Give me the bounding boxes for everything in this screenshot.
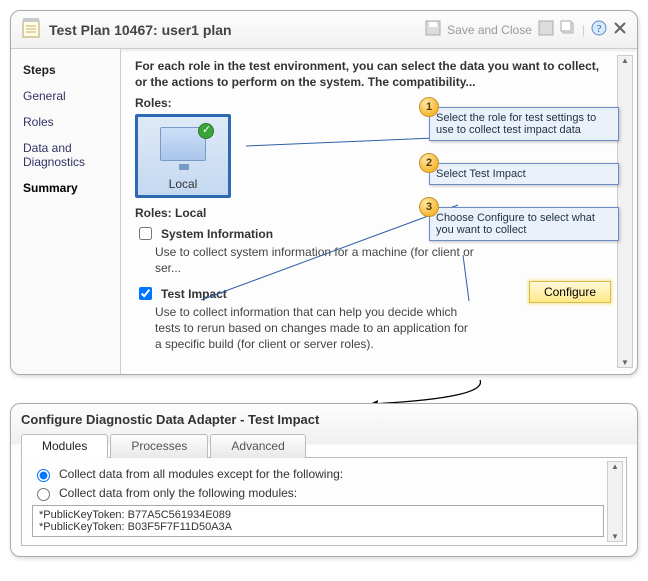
callout-2: 2 Select Test Impact	[429, 163, 619, 185]
test-impact-label: Test Impact	[161, 287, 227, 301]
sidebar-item-roles[interactable]: Roles	[11, 109, 120, 135]
tab-advanced[interactable]: Advanced	[210, 434, 305, 458]
save-copy-icon[interactable]	[538, 20, 554, 39]
callout-1: 1 Select the role for test settings to u…	[429, 107, 619, 141]
svg-text:?: ?	[597, 23, 602, 35]
sidebar-heading: Steps	[11, 57, 120, 83]
sidebar-item-data-diagnostics[interactable]: Data and Diagnostics	[11, 135, 120, 175]
callout-2-text: Select Test Impact	[436, 168, 526, 180]
panel-header: Test Plan 10467: user1 plan Save and Clo…	[11, 11, 637, 49]
test-impact-desc: Use to collect information that can help…	[155, 305, 475, 352]
system-info-checkbox[interactable]	[139, 227, 152, 240]
save-icon[interactable]	[425, 20, 441, 39]
page-title: Test Plan 10467: user1 plan	[49, 22, 425, 38]
steps-sidebar: Steps General Roles Data and Diagnostics…	[11, 49, 121, 374]
system-info-desc: Use to collect system information for a …	[155, 245, 475, 276]
adapter-test-impact: Test Impact Use to collect information t…	[135, 284, 611, 352]
test-impact-checkbox[interactable]	[139, 287, 152, 300]
save-and-close-button[interactable]: Save and Close	[447, 23, 532, 37]
callout-3: 3 Choose Configure to select what you wa…	[429, 207, 619, 241]
checkmark-icon	[198, 123, 214, 139]
system-info-label: System Information	[161, 227, 273, 241]
test-plan-panel: Test Plan 10467: user1 plan Save and Clo…	[10, 10, 638, 375]
configure-button[interactable]: Configure	[529, 281, 611, 303]
module-key-list[interactable]: *PublicKeyToken: B77A5C561934E089 *Publi…	[32, 505, 604, 537]
tab-modules[interactable]: Modules	[21, 434, 108, 458]
copy-icon[interactable]	[560, 20, 576, 39]
callout-3-text: Choose Configure to select what you want…	[436, 212, 595, 236]
scroll-down-icon[interactable]: ▼	[611, 532, 619, 541]
module-key-row: *PublicKeyToken: B77A5C561934E089	[39, 509, 597, 521]
callout-1-text: Select the role for test settings to use…	[436, 112, 596, 136]
dialog-tabs: Modules Processes Advanced	[21, 433, 627, 458]
callout-number-2: 2	[419, 153, 439, 173]
help-icon[interactable]: ?	[591, 20, 607, 39]
sidebar-item-summary[interactable]: Summary	[11, 175, 120, 201]
content-scrollbar[interactable]: ▲ ▼	[617, 55, 633, 368]
tab-body-modules: Collect data from all modules except for…	[21, 458, 627, 546]
configure-dialog: Configure Diagnostic Data Adapter - Test…	[10, 403, 638, 557]
sidebar-item-general[interactable]: General	[11, 83, 120, 109]
dialog-title: Configure Diagnostic Data Adapter - Test…	[21, 412, 627, 427]
intro-text: For each role in the test environment, y…	[135, 59, 611, 90]
scroll-up-icon[interactable]: ▲	[611, 462, 619, 471]
close-icon[interactable]	[613, 21, 627, 38]
radio-all-except-label: Collect data from all modules except for…	[59, 467, 343, 481]
tab-processes[interactable]: Processes	[110, 434, 208, 458]
scroll-up-icon[interactable]: ▲	[621, 56, 629, 65]
callouts: 1 Select the role for test settings to u…	[429, 107, 619, 263]
role-tile-label: Local	[169, 177, 198, 191]
module-key-row: *PublicKeyToken: B03F5F7F11D50A3A	[39, 521, 597, 533]
scroll-down-icon[interactable]: ▼	[621, 358, 629, 367]
notepad-icon	[21, 17, 43, 42]
dialog-scrollbar[interactable]: ▲ ▼	[607, 461, 623, 542]
radio-all-except[interactable]	[37, 469, 50, 482]
callout-number-1: 1	[419, 97, 439, 117]
callout-number-3: 3	[419, 197, 439, 217]
radio-only-following[interactable]	[37, 488, 50, 501]
radio-only-following-label: Collect data from only the following mod…	[59, 486, 297, 500]
role-tile-local[interactable]: Local	[135, 114, 231, 198]
